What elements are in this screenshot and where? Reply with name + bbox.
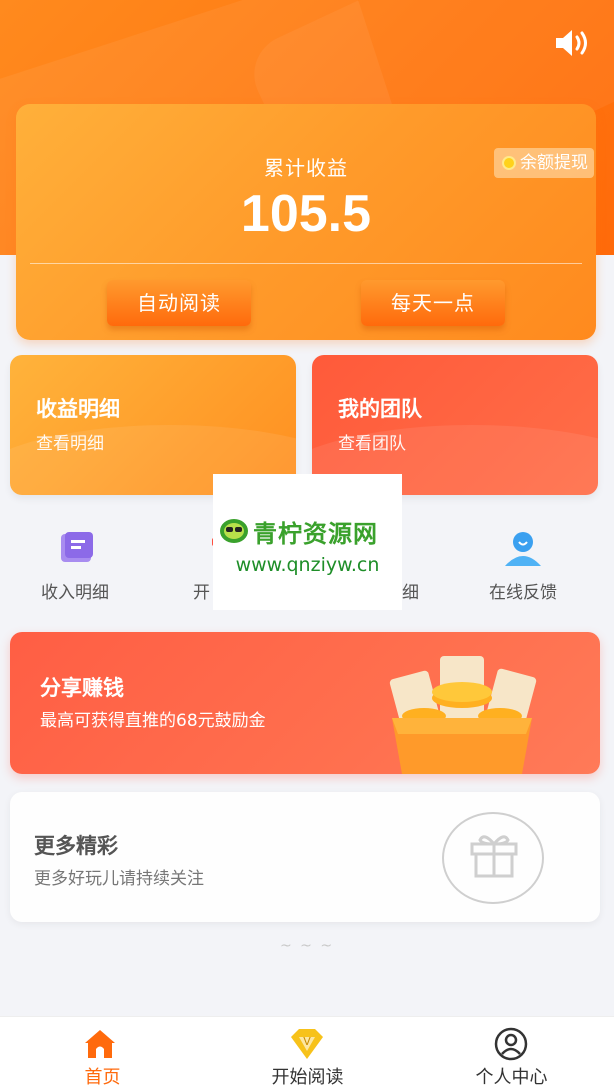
quick-link-feedback[interactable]: 在线反馈 (458, 520, 588, 610)
watermark-url: www.qnziyw.cn (235, 554, 380, 576)
earnings-divider (30, 263, 582, 264)
earnings-amount: 105.5 (240, 185, 372, 243)
quick-link-label: 收入明细 (41, 583, 109, 603)
watermark-overlay: 青柠资源网 www.qnziyw.cn (213, 474, 402, 610)
user-icon (493, 1027, 529, 1061)
end-divider: ~ ~ ~ (279, 938, 335, 954)
watermark-title: 青柠资源网 (253, 520, 378, 548)
more-card[interactable]: 更多精彩 更多好玩儿请持续关注 (10, 792, 600, 922)
auto-read-button[interactable]: 自动阅读 (107, 280, 251, 326)
tab-start-reading[interactable]: V 开始阅读 (205, 1017, 410, 1090)
withdraw-button[interactable]: 余额提现 (494, 148, 594, 178)
home-icon (82, 1027, 118, 1061)
share-title: 分享赚钱 (40, 676, 124, 700)
share-subtitle: 最高可获得直推的68元鼓励金 (40, 711, 266, 731)
tab-label: 开始阅读 (271, 1067, 344, 1088)
bottom-tabbar: 首页 V 开始阅读 个人中心 (0, 1016, 614, 1090)
gift-icon (442, 812, 544, 904)
tile-subtitle: 查看明细 (36, 434, 104, 454)
svg-text:V: V (303, 1035, 311, 1048)
tab-home[interactable]: 首页 (0, 1017, 205, 1090)
quick-link-income[interactable]: 收入明细 (10, 520, 140, 610)
user-support-icon (503, 528, 543, 568)
share-banner[interactable]: 分享赚钱 最高可获得直推的68元鼓励金 (10, 632, 600, 774)
tab-label: 首页 (84, 1067, 121, 1088)
tab-profile[interactable]: 个人中心 (409, 1017, 614, 1090)
money-envelope-icon (382, 644, 542, 774)
lime-logo-icon (219, 516, 249, 548)
quick-link-label: 在线反馈 (489, 583, 557, 603)
tile-title: 收益明细 (36, 397, 120, 421)
tile-title: 我的团队 (338, 397, 422, 421)
tab-label: 个人中心 (475, 1067, 548, 1088)
daily-button[interactable]: 每天一点 (361, 280, 505, 326)
more-title: 更多精彩 (34, 834, 118, 858)
more-subtitle: 更多好玩儿请持续关注 (34, 869, 204, 889)
tile-subtitle: 查看团队 (338, 434, 406, 454)
diamond-icon: V (289, 1027, 325, 1061)
withdraw-label: 余额提现 (520, 153, 588, 173)
earnings-card: 累计收益 105.5 余额提现 自动阅读 每天一点 (16, 104, 596, 340)
coin-icon (502, 156, 516, 170)
document-icon (55, 528, 95, 568)
speaker-icon[interactable] (554, 28, 590, 58)
